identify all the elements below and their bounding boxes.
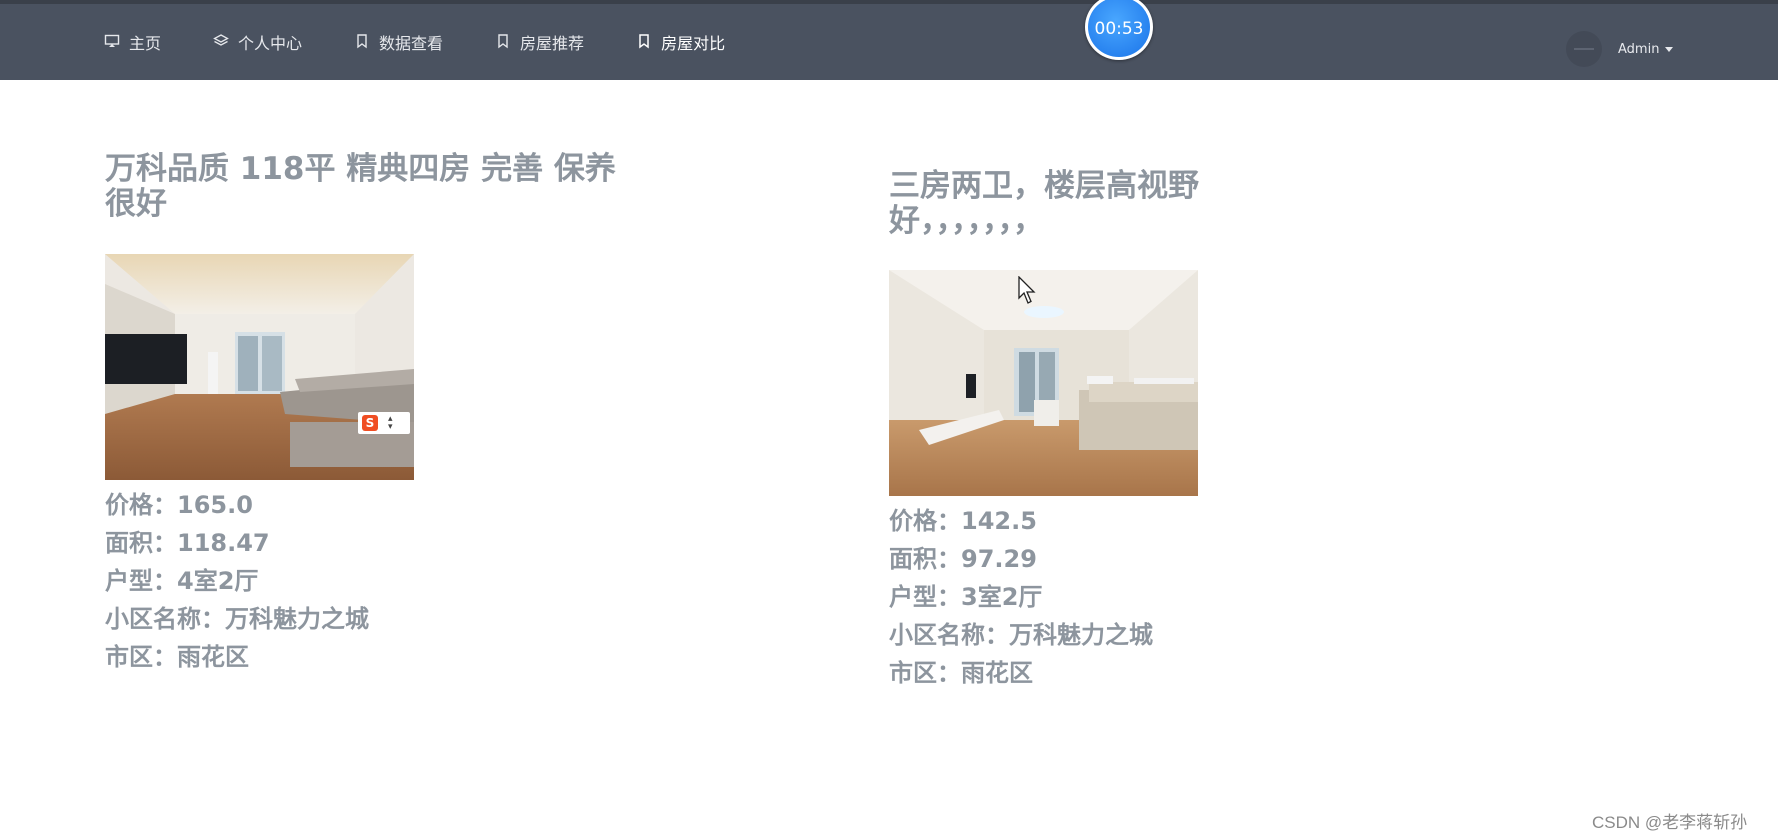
community-row: 小区名称：万科魅力之城 xyxy=(889,616,1153,654)
nav-item-label: 个人中心 xyxy=(238,34,303,53)
area-row: 面积：97.29 xyxy=(889,540,1153,578)
area-label: 面积： xyxy=(105,529,177,557)
nav-item-home[interactable]: 主页 xyxy=(104,30,161,54)
layout-row: 户型：3室2厅 xyxy=(889,578,1153,616)
district-value: 雨花区 xyxy=(177,643,249,671)
layout-value: 4室2厅 xyxy=(177,567,259,595)
ime-toggle-icon: ▴ ▾ xyxy=(388,414,393,432)
timer-label: 00:53 xyxy=(1094,19,1144,39)
price-row: 价格：165.0 xyxy=(105,486,369,524)
house-photo xyxy=(889,270,1198,496)
area-value: 118.47 xyxy=(177,529,270,557)
user-name: Admin xyxy=(1618,41,1660,57)
house-title: 三房两卫，楼层高视野好，，，，，，， xyxy=(889,168,1199,239)
area-label: 面积： xyxy=(889,545,961,573)
nav-item-label: 房屋推荐 xyxy=(520,34,585,53)
layout-label: 户型： xyxy=(889,583,961,611)
nav-item-label: 房屋对比 xyxy=(661,34,726,53)
bookmark-icon xyxy=(354,33,372,51)
house-title: 万科品质 118平 精典四房 完善 保养很好 xyxy=(105,151,616,222)
layout-label: 户型： xyxy=(105,567,177,595)
district-value: 雨花区 xyxy=(961,659,1033,687)
ime-toolbar[interactable]: S ▴ ▾ xyxy=(358,412,410,434)
nav-item-compare[interactable]: 房屋对比 xyxy=(636,30,725,54)
price-label: 价格： xyxy=(889,507,961,535)
bookmark-icon xyxy=(636,33,654,51)
top-navbar: 主页 个人中心 数据查看 房屋推荐 房屋对比 Admin xyxy=(0,0,1778,80)
price-label: 价格： xyxy=(105,491,177,519)
area-value: 97.29 xyxy=(961,545,1037,573)
watermark: CSDN @老李蒋斩孙 xyxy=(1592,813,1748,832)
layers-icon xyxy=(213,33,231,51)
mouse-cursor-icon xyxy=(1018,275,1038,310)
district-label: 市区： xyxy=(889,659,961,687)
user-menu[interactable]: Admin xyxy=(1566,31,1674,67)
community-label: 小区名称： xyxy=(105,605,225,633)
monitor-icon xyxy=(104,33,122,51)
house-details: 价格：165.0 面积：118.47 户型：4室2厅 小区名称：万科魅力之城 市… xyxy=(105,486,369,676)
house-card: 万科品质 118平 精典四房 完善 保养很好 xyxy=(105,152,625,222)
price-value: 142.5 xyxy=(961,507,1037,535)
nav-item-recommend[interactable]: 房屋推荐 xyxy=(495,30,584,54)
community-row: 小区名称：万科魅力之城 xyxy=(105,600,369,638)
community-label: 小区名称： xyxy=(889,621,1009,649)
nav-item-profile[interactable]: 个人中心 xyxy=(213,30,302,54)
bookmark-icon xyxy=(495,33,513,51)
district-label: 市区： xyxy=(105,643,177,671)
community-value: 万科魅力之城 xyxy=(225,605,369,633)
nav-item-label: 数据查看 xyxy=(379,34,444,53)
price-value: 165.0 xyxy=(177,491,253,519)
nav-item-label: 主页 xyxy=(129,34,162,53)
layout-row: 户型：4室2厅 xyxy=(105,562,369,600)
sogou-ime-icon: S xyxy=(362,415,378,431)
house-card: 三房两卫，楼层高视野好，，，，，，， xyxy=(889,169,1209,239)
house-photo: S ▴ ▾ xyxy=(105,254,414,480)
main-nav: 主页 个人中心 数据查看 房屋推荐 房屋对比 xyxy=(104,30,777,54)
nav-item-data-view[interactable]: 数据查看 xyxy=(354,30,443,54)
house-details: 价格：142.5 面积：97.29 户型：3室2厅 小区名称：万科魅力之城 市区… xyxy=(889,502,1153,692)
layout-value: 3室2厅 xyxy=(961,583,1043,611)
area-row: 面积：118.47 xyxy=(105,524,369,562)
district-row: 市区：雨花区 xyxy=(105,638,369,676)
price-row: 价格：142.5 xyxy=(889,502,1153,540)
community-value: 万科魅力之城 xyxy=(1009,621,1153,649)
district-row: 市区：雨花区 xyxy=(889,654,1153,692)
caret-down-icon xyxy=(1665,46,1674,52)
avatar xyxy=(1566,31,1602,67)
